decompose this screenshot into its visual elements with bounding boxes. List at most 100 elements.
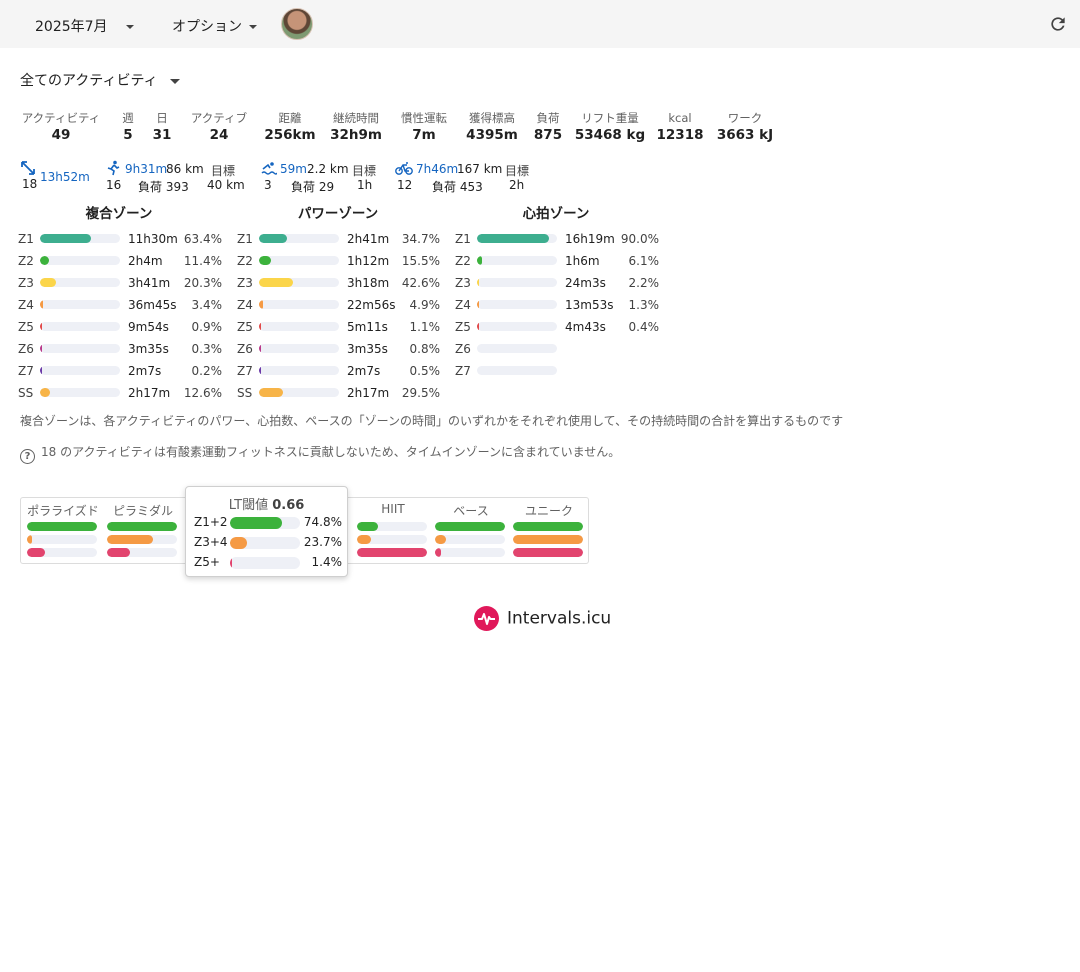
- zone-row[interactable]: SS 2h17m 29.5%: [237, 383, 440, 405]
- distribution-type[interactable]: ピラミダル: [107, 498, 179, 557]
- zone-row[interactable]: Z5 4m43s 0.4%: [455, 317, 659, 339]
- zone-time: 9m54s: [128, 320, 169, 334]
- distribution-bar-track: [513, 535, 583, 544]
- zone-row[interactable]: Z3 3h41m 20.3%: [18, 273, 222, 295]
- ride-target: 2h: [509, 178, 525, 192]
- zone-time: 1h12m: [347, 254, 390, 268]
- zone-row[interactable]: Z3 3h18m 42.6%: [237, 273, 440, 295]
- distribution-type[interactable]: ユニーク: [513, 498, 585, 557]
- distribution-bar-track: [435, 548, 505, 557]
- zone-bar-track: [477, 278, 557, 287]
- zone-row[interactable]: Z5 5m11s 1.1%: [237, 317, 440, 339]
- chevron-down-icon: [126, 25, 134, 29]
- zone-percent: 1.3%: [628, 298, 660, 312]
- tooltip-bar-fill: [230, 517, 283, 529]
- swim-time: 59m: [280, 162, 307, 176]
- zone-row[interactable]: Z2 1h6m 6.1%: [455, 251, 659, 273]
- swim-load: 負荷 29: [291, 180, 335, 194]
- zone-time: 3h18m: [347, 276, 390, 290]
- zone-bar-track: [259, 256, 339, 265]
- distribution-bar-track: [435, 535, 505, 544]
- lt-threshold-tooltip: LT閾値 0.66 Z1+2 74.8% Z3+4 23.7% Z5+ 1.4%: [185, 486, 348, 577]
- distribution-bar-fill: [435, 535, 446, 544]
- zone-row[interactable]: Z4 36m45s 3.4%: [18, 295, 222, 317]
- zone-row[interactable]: Z4 22m56s 4.9%: [237, 295, 440, 317]
- zone-percent: 0.2%: [191, 364, 223, 378]
- zone-row[interactable]: SS 2h17m 12.6%: [18, 383, 222, 405]
- activity-filter[interactable]: 全てのアクティビティ: [20, 70, 181, 90]
- zone-percent: 1.1%: [409, 320, 441, 334]
- zone-bar-track: [40, 366, 120, 375]
- zone-time: 2m7s: [128, 364, 162, 378]
- distribution-type-name: ベース: [453, 504, 489, 518]
- zone-time: 2h4m: [128, 254, 163, 268]
- zone-bar-fill: [259, 256, 272, 265]
- zone-percent: 20.3%: [183, 276, 222, 290]
- zone-time: 22m56s: [347, 298, 396, 312]
- zone-bar-track: [259, 300, 339, 309]
- zone-label: Z1: [237, 232, 253, 246]
- zone-percent: 63.4%: [183, 232, 222, 246]
- zone-bar-fill: [477, 322, 479, 331]
- month-selector[interactable]: 2025年7月: [35, 16, 134, 36]
- zone-percent: 12.6%: [183, 386, 222, 400]
- zone-row[interactable]: Z1 2h41m 34.7%: [237, 229, 440, 251]
- distribution-type[interactable]: HIIT: [357, 498, 429, 557]
- brand-name: Intervals.icu: [507, 608, 612, 629]
- zone-label: Z5: [18, 320, 34, 334]
- aerobic-note: ? 18 のアクティビティは有酸素運動フィットネスに貢献しないため、タイムインゾー…: [20, 443, 620, 464]
- tooltip-zone-label: Z5+: [194, 555, 220, 569]
- zone-row[interactable]: Z5 9m54s 0.9%: [18, 317, 222, 339]
- zone-percent: 11.4%: [183, 254, 222, 268]
- zone-row[interactable]: Z7: [455, 361, 659, 383]
- swim-distance: 2.2 km: [307, 162, 349, 176]
- zone-time: 3h41m: [128, 276, 171, 290]
- avatar[interactable]: [281, 8, 313, 40]
- brand[interactable]: Intervals.icu: [474, 606, 611, 631]
- zone-label: Z4: [18, 298, 34, 312]
- zone-row[interactable]: Z7 2m7s 0.2%: [18, 361, 222, 383]
- zone-label: Z7: [237, 364, 253, 378]
- tooltip-title: LT閾値 0.66: [186, 494, 347, 513]
- tooltip-bar-track: [230, 537, 300, 549]
- zone-bar-fill: [259, 234, 287, 243]
- zone-row[interactable]: Z2 1h12m 15.5%: [237, 251, 440, 273]
- zone-label: SS: [237, 386, 253, 400]
- help-icon[interactable]: ?: [20, 449, 35, 464]
- tooltip-bar-fill: [230, 557, 232, 569]
- distribution-bar-track: [27, 548, 97, 557]
- zone-row[interactable]: Z6: [455, 339, 659, 361]
- zone-row[interactable]: Z2 2h4m 11.4%: [18, 251, 222, 273]
- tooltip-zone-label: Z3+4: [194, 535, 228, 549]
- zone-row[interactable]: Z3 24m3s 2.2%: [455, 273, 659, 295]
- ride-distance: 167 km: [457, 162, 503, 176]
- options-menu[interactable]: オプション: [172, 16, 258, 36]
- zone-percent: 3.4%: [191, 298, 223, 312]
- refresh-icon[interactable]: [1048, 14, 1068, 34]
- zone-bar-track: [40, 234, 120, 243]
- zone-percent: 0.8%: [409, 342, 441, 356]
- zone-bar-track: [40, 388, 120, 397]
- zone-row[interactable]: Z7 2m7s 0.5%: [237, 361, 440, 383]
- bike-icon: [395, 162, 413, 175]
- hr-zones-title: 心拍ゾーン: [522, 206, 590, 222]
- distribution-type-name: ピラミダル: [112, 504, 173, 518]
- zone-row[interactable]: Z6 3m35s 0.8%: [237, 339, 440, 361]
- zone-time: 16h19m: [565, 232, 615, 246]
- zone-row[interactable]: Z4 13m53s 1.3%: [455, 295, 659, 317]
- zone-row[interactable]: Z1 11h30m 63.4%: [18, 229, 222, 251]
- zone-percent: 29.5%: [401, 386, 440, 400]
- zone-time: 2h17m: [347, 386, 390, 400]
- run-time: 9h31m: [125, 162, 168, 176]
- zone-bar-fill: [40, 234, 91, 243]
- tooltip-percent: 23.7%: [303, 535, 342, 549]
- zone-bar-fill: [40, 388, 51, 397]
- zone-row[interactable]: Z6 3m35s 0.3%: [18, 339, 222, 361]
- zone-label: Z7: [455, 364, 471, 378]
- zone-row[interactable]: Z1 16h19m 90.0%: [455, 229, 659, 251]
- distribution-type[interactable]: ポラライズド: [27, 498, 99, 557]
- zone-bar-track: [259, 234, 339, 243]
- distribution-type[interactable]: ベース: [435, 498, 507, 557]
- zone-label: SS: [18, 386, 34, 400]
- zone-bar-track: [40, 300, 120, 309]
